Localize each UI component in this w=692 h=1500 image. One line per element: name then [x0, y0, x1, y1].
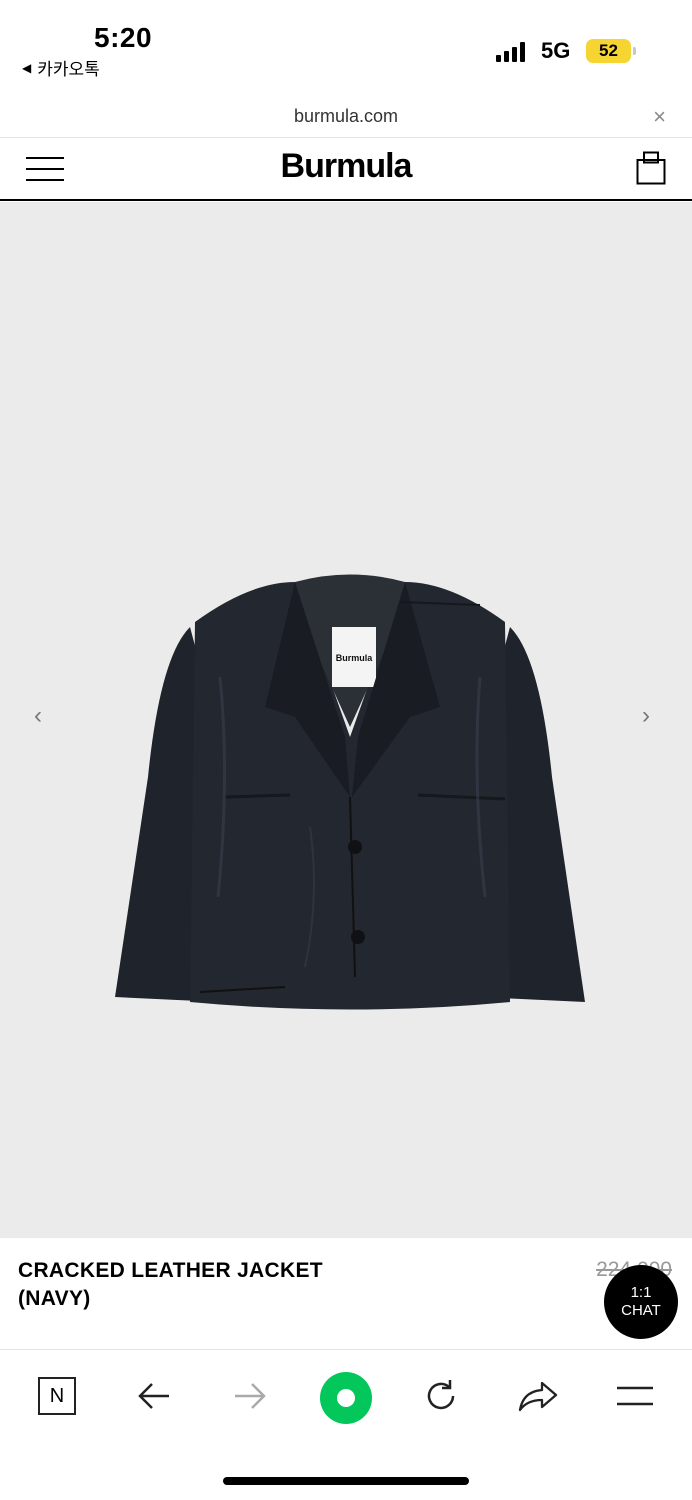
battery-level: 52: [599, 41, 618, 60]
reload-icon[interactable]: [419, 1374, 463, 1418]
browser-toolbar: N: [0, 1352, 692, 1442]
menu-icon[interactable]: [613, 1374, 657, 1418]
page: 5:20 ◀ 카카오톡 5G 52 burmula.com × Burmula: [0, 0, 692, 1500]
shopping-bag-icon[interactable]: [636, 151, 666, 185]
prev-image-arrow-icon[interactable]: ‹: [34, 702, 42, 730]
network-type: 5G: [541, 38, 571, 63]
next-image-arrow-icon[interactable]: ›: [642, 702, 650, 730]
back-to-app-link[interactable]: ◀ 카카오톡: [22, 55, 100, 80]
address-bar[interactable]: burmula.com ×: [0, 96, 692, 138]
naver-home-icon[interactable]: N: [35, 1374, 79, 1418]
signal-icon: [496, 40, 525, 62]
chat-line2: CHAT: [621, 1302, 661, 1319]
green-dot-icon[interactable]: [318, 1370, 374, 1426]
back-arrow-icon[interactable]: [132, 1374, 176, 1418]
product-name-line2: (NAVY): [18, 1287, 91, 1310]
close-icon[interactable]: ×: [653, 104, 666, 130]
home-indicator[interactable]: [223, 1477, 469, 1485]
share-icon[interactable]: [516, 1374, 560, 1418]
status-time: 5:20: [94, 22, 153, 53]
product-name-line1: CRACKED LEATHER JACKET: [18, 1259, 323, 1282]
product-name: CRACKED LEATHER JACKET (NAVY): [18, 1257, 398, 1313]
site-logo[interactable]: Burmula: [0, 147, 692, 186]
battery-icon: 52: [586, 39, 636, 63]
status-bar: 5:20 ◀ 카카오톡 5G 52: [0, 0, 692, 90]
site-header: Burmula: [0, 139, 692, 201]
product-image-gallery[interactable]: ‹ › Burmula: [0, 202, 692, 1238]
chat-button[interactable]: 1:1 CHAT: [604, 1265, 678, 1339]
page-url[interactable]: burmula.com: [0, 106, 692, 127]
back-app-label: 카카오톡: [37, 60, 100, 79]
product-image: Burmula: [115, 574, 585, 1010]
chat-line1: 1:1: [630, 1284, 652, 1301]
back-triangle-icon: ◀: [22, 60, 32, 75]
product-info: CRACKED LEATHER JACKET (NAVY) 224,000 6: [0, 1238, 692, 1350]
forward-arrow-icon[interactable]: [228, 1374, 272, 1418]
naver-home-label: N: [38, 1377, 76, 1415]
garment-label-text: Burmula: [336, 653, 374, 663]
